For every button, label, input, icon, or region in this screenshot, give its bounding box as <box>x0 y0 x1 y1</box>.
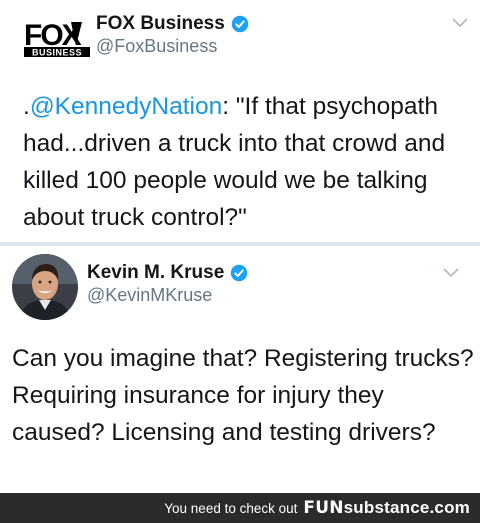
tweet-text: Can you imagine that? Registering trucks… <box>12 345 474 446</box>
fox-business-logo[interactable]: FOX BUSINESS <box>22 16 92 60</box>
verified-badge-icon <box>231 15 249 33</box>
brand-rest: substance.com <box>343 498 470 517</box>
business-logo-text: BUSINESS <box>32 48 82 58</box>
author-handle[interactable]: @FoxBusiness <box>96 36 217 57</box>
chevron-down-icon[interactable] <box>452 18 468 28</box>
brand-fun: FUN <box>303 498 344 518</box>
tweet-text-prefix: . <box>23 93 30 120</box>
footer-text: You need to check out <box>164 500 298 516</box>
author-name[interactable]: Kevin M. Kruse <box>87 262 224 284</box>
author-handle[interactable]: @KevinMKruse <box>87 285 212 306</box>
funsubstance-brand: FUNsubstance.com <box>303 498 470 518</box>
avatar[interactable] <box>12 254 78 320</box>
verified-badge-icon <box>230 264 248 282</box>
tweet-fox-business[interactable]: FOX BUSINESS FOX Business @FoxBusiness .… <box>0 0 480 242</box>
author-name[interactable]: FOX Business <box>96 13 225 35</box>
mention-link[interactable]: @KennedyNation <box>30 93 222 120</box>
chevron-down-icon[interactable] <box>443 268 459 278</box>
watermark-footer: You need to check out FUNsubstance.com <box>0 493 480 523</box>
tweet-text: .@KennedyNation: "If that psychopath had… <box>23 88 478 236</box>
